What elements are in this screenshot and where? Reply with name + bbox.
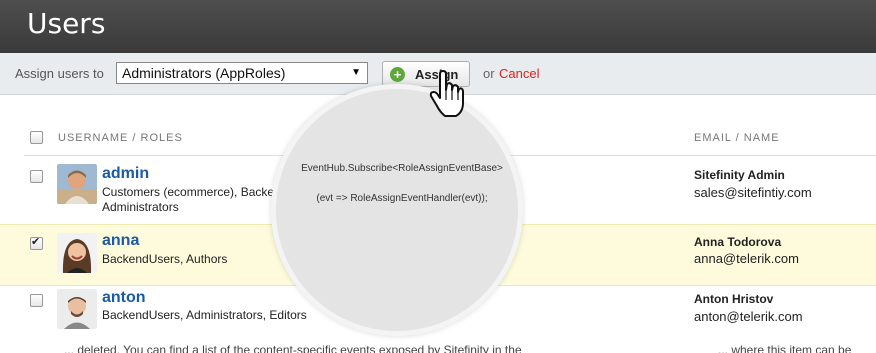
- avatar: [57, 289, 97, 329]
- column-header-email[interactable]: EMAIL / NAME: [694, 132, 780, 144]
- user-full-name: Sitefinity Admin: [694, 168, 785, 182]
- plus-icon: +: [390, 67, 405, 82]
- role-select[interactable]: Administrators (AppRoles) ▼: [116, 62, 368, 84]
- bottom-text: ... deleted. You can find a list of the …: [64, 343, 522, 353]
- code-line: EventHub.Subscribe<RoleAssignEventBase>: [301, 163, 503, 174]
- row-checkbox[interactable]: [30, 170, 43, 183]
- user-full-name: Anton Hristov: [694, 292, 774, 306]
- row-checkbox[interactable]: [30, 294, 43, 307]
- or-text: or: [483, 66, 495, 81]
- hand-cursor-icon: [428, 70, 468, 120]
- cancel-link[interactable]: Cancel: [499, 66, 539, 81]
- avatar: [57, 164, 97, 204]
- page-title: Users: [27, 7, 106, 40]
- user-full-name: Anna Todorova: [694, 235, 782, 249]
- code-line: (evt => RoleAssignEventHandler(evt));: [316, 193, 488, 204]
- username-link[interactable]: anton: [102, 289, 146, 307]
- user-roles: BackendUsers, Authors: [102, 252, 228, 266]
- select-all-checkbox[interactable]: [30, 131, 43, 144]
- role-select-value: Administrators (AppRoles): [122, 65, 286, 81]
- user-email: anton@telerik.com: [694, 309, 803, 324]
- user-email: sales@sitefintiy.com: [694, 185, 812, 200]
- dropdown-arrow-icon: ▼: [351, 67, 361, 78]
- assign-users-label: Assign users to: [15, 66, 104, 81]
- avatar: [57, 233, 97, 273]
- user-email: anna@telerik.com: [694, 251, 799, 266]
- bottom-text-right: ... where this item can be found: [718, 343, 852, 353]
- username-link[interactable]: anna: [102, 232, 139, 250]
- code-overlay: EventHub.Subscribe<RoleAssignEventBase> …: [271, 84, 523, 336]
- page-header: Users: [0, 0, 876, 53]
- username-link[interactable]: admin: [102, 165, 149, 183]
- column-header-username[interactable]: USERNAME / ROLES: [58, 132, 183, 144]
- row-checkbox[interactable]: [30, 235, 43, 250]
